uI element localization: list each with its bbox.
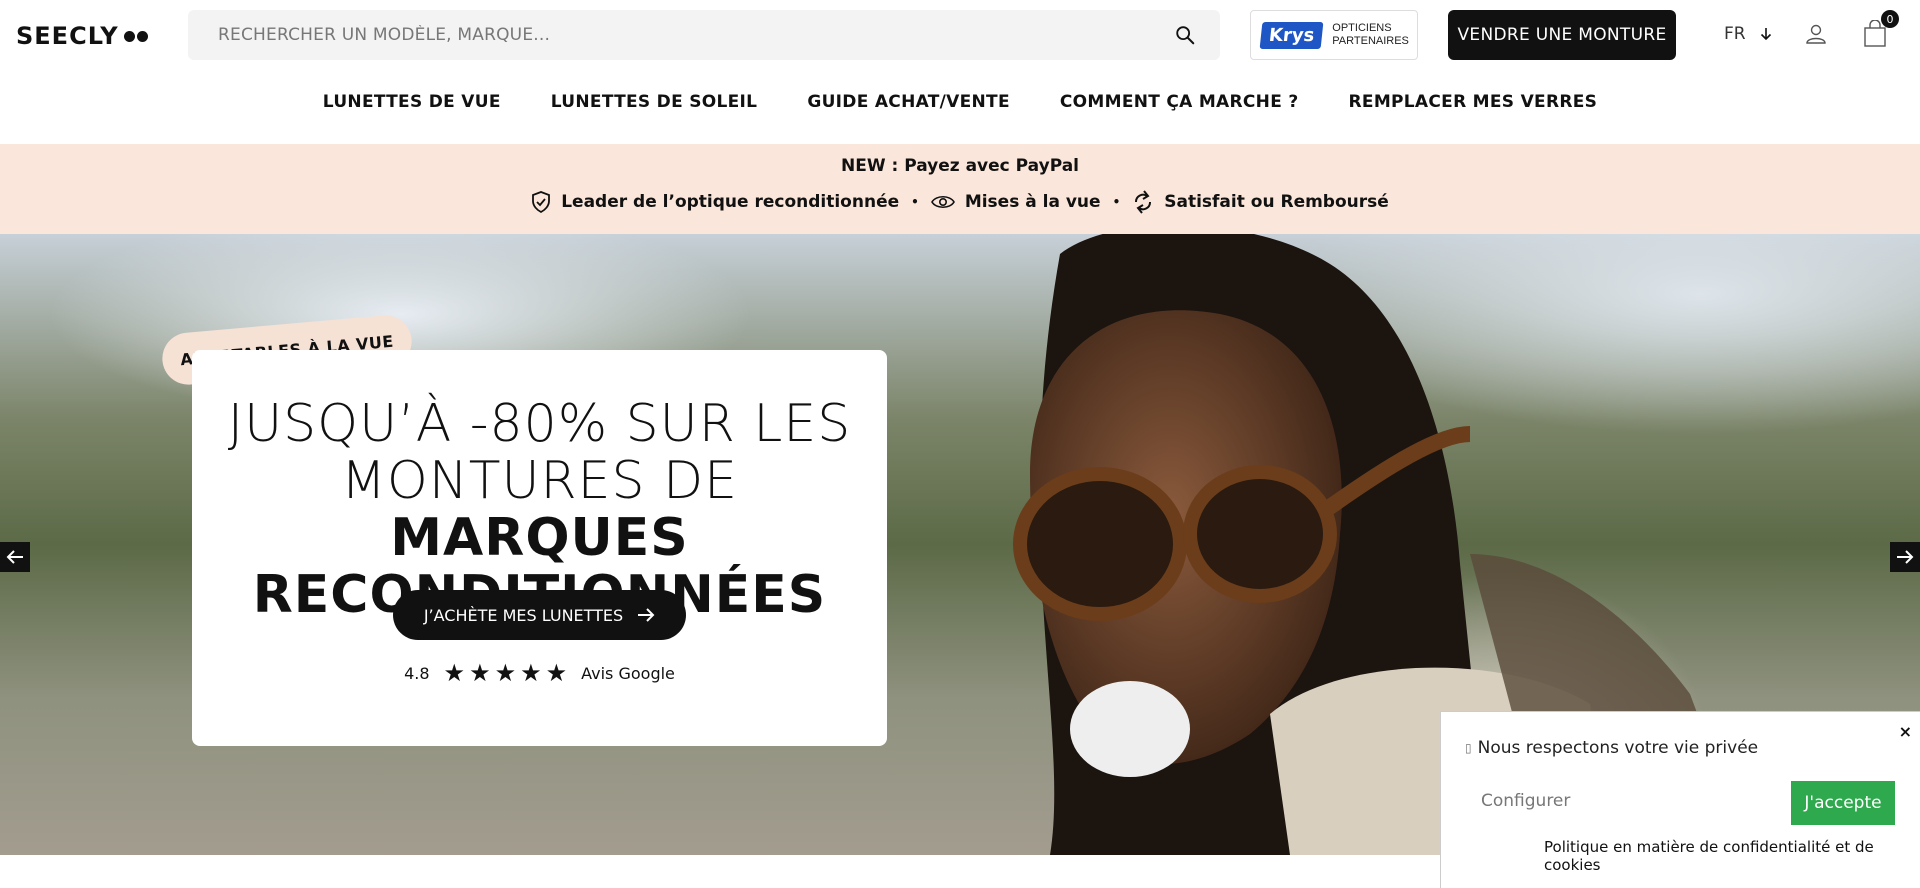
privacy-policy-link[interactable]: Politique en matière de confidentialité … — [1544, 838, 1920, 874]
language-selector[interactable]: FR — [1724, 24, 1772, 44]
seecly-logo[interactable]: SEECLY — [16, 22, 148, 50]
carousel-prev-button[interactable] — [0, 542, 30, 572]
cookie-consent-panel: × ▯ Nous respectons votre vie privée Con… — [1440, 711, 1920, 888]
nav-item-comment-ca-marche[interactable]: COMMENT ÇA MARCHE ? — [1060, 92, 1299, 136]
hero-title-line2: MONTURES DE — [341, 451, 738, 511]
arrow-right-icon — [1897, 550, 1914, 564]
nav-item-lunettes-de-soleil[interactable]: LUNETTES DE SOLEIL — [551, 92, 758, 136]
promo-banner: NEW : Payez avec PayPal Leader de l’opti… — [0, 144, 1920, 234]
rating-value: 4.8 — [404, 663, 430, 683]
search-icon[interactable] — [1174, 24, 1196, 46]
hero-title-line1: JUSQU’À -80% SUR LES — [227, 394, 852, 454]
buy-glasses-label: J’ACHÈTE MES LUNETTES — [423, 605, 624, 625]
main-navigation: LUNETTES DE VUE LUNETTES DE SOLEIL GUIDE… — [0, 92, 1920, 136]
sell-frame-button[interactable]: VENDRE UNE MONTURE — [1448, 10, 1676, 60]
language-label: FR — [1724, 24, 1746, 44]
hero-title-brands: MARQUES — [390, 508, 689, 568]
star-icon: ★ — [469, 659, 491, 687]
arrow-right-icon — [638, 608, 655, 622]
partner-label: OPTICIENS PARTENAIRES — [1332, 22, 1409, 48]
benefit-vision: Mises à la vue — [930, 192, 1101, 212]
partner-label-line2: PARTENAIRES — [1332, 35, 1409, 47]
separator-dot: • — [1112, 195, 1121, 209]
nav-item-lunettes-de-vue[interactable]: LUNETTES DE VUE — [323, 92, 501, 136]
refresh-icon — [1135, 190, 1152, 214]
logo-text: SEECLY — [16, 22, 119, 50]
benefit-vision-label: Mises à la vue — [964, 192, 1101, 212]
cart-count-badge: 0 — [1881, 10, 1899, 28]
arrow-down-icon — [1760, 28, 1771, 41]
cookie-title: ▯ Nous respectons votre vie privée — [1465, 738, 1758, 758]
star-icon: ★ — [520, 659, 542, 687]
search-bar — [188, 10, 1220, 60]
cookie-title-text: Nous respectons votre vie privée — [1477, 738, 1759, 758]
nav-item-remplacer-mes-verres[interactable]: REMPLACER MES VERRES — [1349, 92, 1598, 136]
star-icon: ★ — [545, 659, 568, 687]
promo-title: NEW : Payez avec PayPal — [840, 156, 1080, 176]
rating-source: Avis Google — [581, 663, 675, 683]
star-icon: ★ — [494, 659, 517, 687]
buy-glasses-button[interactable]: J’ACHÈTE MES LUNETTES — [393, 590, 686, 640]
eye-icon — [930, 195, 955, 209]
partner-label-line1: OPTICIENS — [1332, 22, 1392, 34]
hero-promo-card: JUSQU’À -80% SUR LES MONTURES DE MARQUES… — [192, 350, 887, 746]
cookie-configure-button[interactable]: Configurer — [1481, 791, 1570, 811]
benefit-leader-label: Leader de l’optique reconditionnée — [561, 192, 900, 212]
search-input[interactable] — [218, 25, 1174, 45]
benefit-refund-label: Satisfait ou Remboursé — [1164, 192, 1389, 212]
krys-logo: Krys — [1259, 21, 1324, 49]
google-rating[interactable]: 4.8 ★ ★ ★ ★ ★ Avis Google — [192, 659, 887, 687]
star-icon: ★ — [443, 659, 466, 687]
close-icon[interactable]: × — [1899, 722, 1912, 741]
promo-benefits: Leader de l’optique reconditionnée • Mis… — [0, 188, 1920, 216]
nav-item-guide-achat-vente[interactable]: GUIDE ACHAT/VENTE — [807, 92, 1010, 136]
rating-stars: ★ ★ ★ ★ ★ — [443, 659, 568, 687]
arrow-left-icon — [6, 550, 23, 564]
logo-dots-icon — [123, 30, 148, 42]
cookie-accept-button[interactable]: J'accepte — [1791, 781, 1895, 825]
user-account-icon[interactable] — [1804, 22, 1828, 46]
benefit-leader: Leader de l’optique reconditionnée — [531, 191, 899, 213]
site-header: SEECLY Krys OPTICIENS PARTENAIRES VENDRE… — [0, 0, 1920, 70]
separator-dot: • — [911, 195, 919, 209]
carousel-next-button[interactable] — [1890, 542, 1920, 572]
shield-check-icon — [532, 191, 551, 213]
benefit-refund: Satisfait ou Remboursé — [1132, 188, 1389, 216]
partner-opticians-badge[interactable]: Krys OPTICIENS PARTENAIRES — [1250, 10, 1418, 60]
lock-icon: ▯ — [1465, 741, 1472, 755]
